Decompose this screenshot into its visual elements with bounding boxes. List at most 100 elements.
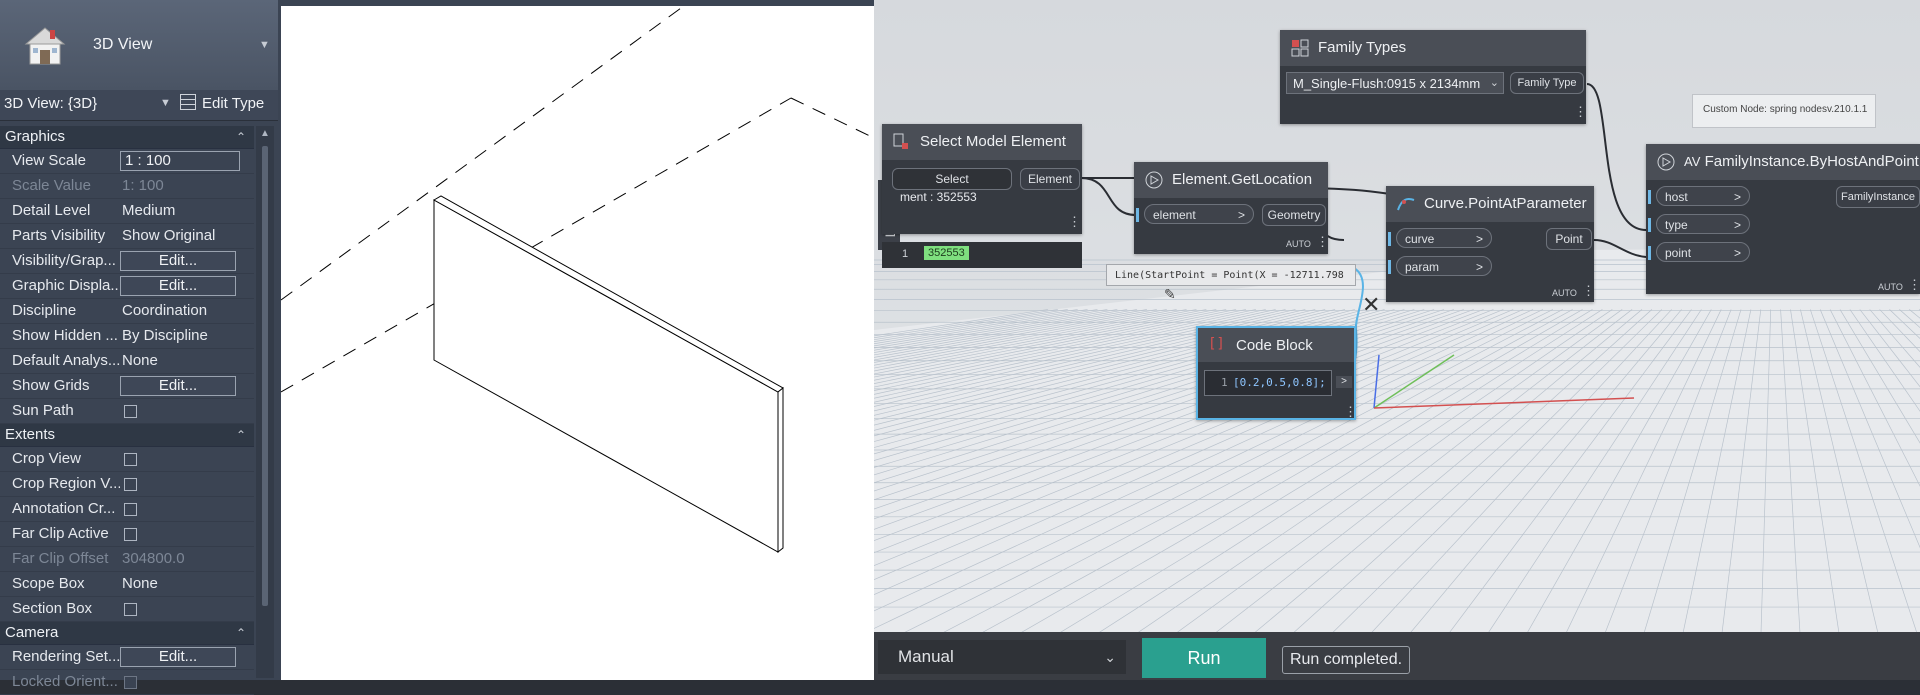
property-row: Sun Path bbox=[0, 399, 254, 424]
family-instance-icon bbox=[1656, 152, 1676, 172]
code-text: [0.2,0.5,0.8]; bbox=[1233, 371, 1326, 395]
property-label: Graphic Displa... bbox=[12, 277, 120, 294]
property-value: Show Original bbox=[122, 227, 215, 244]
output-port-point[interactable]: Point bbox=[1546, 228, 1592, 250]
chevron-down-icon[interactable]: ▼ bbox=[160, 97, 171, 109]
node-menu-icon[interactable]: ⋮ bbox=[1316, 234, 1329, 250]
chevron-down-icon[interactable]: ▼ bbox=[259, 39, 270, 51]
port-label: param bbox=[1405, 260, 1439, 274]
section-header-extents[interactable]: Extents ⌃ bbox=[0, 424, 254, 447]
input-port-type[interactable]: type> bbox=[1656, 214, 1750, 234]
property-value: 304800.0 bbox=[122, 550, 185, 567]
chevron-right-icon: > bbox=[1734, 243, 1741, 263]
property-label: Crop Region V... bbox=[12, 475, 120, 492]
property-row: Graphic Displa...Edit... bbox=[0, 274, 254, 299]
property-value: None bbox=[122, 352, 158, 369]
property-label: Rendering Set... bbox=[12, 648, 120, 665]
property-checkbox[interactable] bbox=[124, 405, 137, 418]
code-editor[interactable]: 1 [0.2,0.5,0.8]; bbox=[1204, 370, 1332, 396]
output-port-geometry[interactable]: Geometry bbox=[1262, 204, 1326, 226]
output-port-arrow[interactable]: > bbox=[1336, 376, 1352, 388]
port-label: point bbox=[1665, 246, 1691, 260]
property-row: Scope BoxNone bbox=[0, 572, 254, 597]
family-type-dropdown[interactable]: M_Single-Flush:0915 x 2134mm ⌄ bbox=[1286, 72, 1504, 94]
collapse-icon[interactable]: ⌃ bbox=[236, 424, 246, 446]
property-row: Scale Value1: 100 bbox=[0, 174, 254, 199]
scroll-up-icon[interactable]: ▲ bbox=[260, 128, 270, 139]
collapse-icon[interactable]: ⌃ bbox=[236, 126, 246, 148]
dynamo-workspace[interactable]: ➔ Library Select Model Element Select El… bbox=[874, 0, 1920, 680]
node-curve-pointatparameter[interactable]: Curve.PointAtParameter curve> param > Poi… bbox=[1386, 186, 1594, 302]
input-port-param[interactable]: param > bbox=[1396, 256, 1492, 276]
edit-type-button[interactable]: Edit Type bbox=[180, 94, 276, 116]
node-title: Element.GetLocation bbox=[1172, 171, 1312, 188]
selection-info: ment : 352553 bbox=[900, 190, 977, 204]
chevron-down-icon: ⌄ bbox=[1104, 640, 1116, 674]
port-label: element bbox=[1153, 208, 1196, 222]
select-button[interactable]: Select bbox=[892, 168, 1012, 190]
section-title: Extents bbox=[5, 426, 55, 443]
edit-button[interactable]: Edit... bbox=[120, 376, 236, 396]
section-header-graphics[interactable]: Graphics⌃ bbox=[0, 126, 254, 149]
node-title: Curve.PointAtParameter bbox=[1424, 195, 1587, 212]
chevron-right-icon: > bbox=[1476, 257, 1483, 277]
input-port-point[interactable]: point > bbox=[1656, 242, 1750, 262]
node-preview-bubble[interactable]: 1 352553 bbox=[882, 242, 1082, 268]
property-value: Medium bbox=[122, 202, 175, 219]
property-checkbox[interactable] bbox=[124, 603, 137, 616]
custom-node-note: Custom Node: spring nodesv.210.1.1 bbox=[1692, 94, 1876, 128]
node-family-types[interactable]: Family Types M_Single-Flush:0915 x 2134m… bbox=[1280, 30, 1586, 124]
chevron-right-icon: > bbox=[1734, 215, 1741, 235]
property-checkbox[interactable] bbox=[124, 528, 137, 541]
lacing-label: AUTO bbox=[1878, 282, 1903, 292]
revit-3d-view[interactable] bbox=[278, 0, 874, 680]
property-input[interactable]: 1 : 100 bbox=[120, 151, 240, 171]
output-port-family-type[interactable]: Family Type bbox=[1510, 72, 1584, 94]
output-port-familyinstance[interactable]: FamilyInstance bbox=[1836, 186, 1920, 208]
node-menu-icon[interactable]: ⋮ bbox=[1582, 283, 1595, 299]
run-button[interactable]: Run bbox=[1142, 638, 1266, 678]
property-checkbox[interactable] bbox=[124, 478, 137, 491]
scrollbar-thumb[interactable] bbox=[262, 146, 268, 606]
node-element-getlocation[interactable]: Element.GetLocation element> Geometry AU… bbox=[1134, 162, 1328, 254]
property-label: Parts Visibility bbox=[12, 227, 120, 244]
node-familyinstance-byhostandpoint[interactable]: AV FamilyInstance.ByHostAndPoint host> t… bbox=[1646, 144, 1920, 294]
property-row: View Scale1 : 100 bbox=[0, 149, 254, 174]
property-row: Parts VisibilityShow Original bbox=[0, 224, 254, 249]
property-row: Far Clip Offset304800.0 bbox=[0, 547, 254, 572]
property-label: Show Grids bbox=[12, 377, 120, 394]
node-code-block[interactable]: [] Code Block 1 [0.2,0.5,0.8]; > ⋮ bbox=[1196, 326, 1356, 420]
instance-selector[interactable]: 3D View: {3D} bbox=[4, 95, 174, 115]
input-port-element[interactable]: element> bbox=[1144, 204, 1254, 224]
properties-scrollbar[interactable]: ▲ bbox=[256, 126, 274, 678]
lacing-label: AUTO bbox=[1286, 239, 1311, 249]
type-selector[interactable]: 3D View ▼ bbox=[0, 0, 278, 91]
edit-button[interactable]: Edit... bbox=[120, 276, 236, 296]
property-checkbox[interactable] bbox=[124, 453, 137, 466]
run-bar: Manual ⌄ Run Run completed. bbox=[874, 632, 1920, 680]
node-menu-icon[interactable]: ⋮ bbox=[1344, 404, 1357, 420]
node-title: Select Model Element bbox=[920, 133, 1066, 150]
section-header-camera[interactable]: Camera⌃ bbox=[0, 622, 254, 645]
property-row: Visibility/Grap...Edit... bbox=[0, 249, 254, 274]
property-label: Section Box bbox=[12, 600, 120, 617]
type-selector-label: 3D View bbox=[93, 36, 152, 54]
node-menu-icon[interactable]: ⋮ bbox=[1574, 104, 1587, 120]
collapse-icon[interactable]: ⌃ bbox=[236, 622, 246, 644]
node-select-model-element[interactable]: Select Model Element Select Element ment… bbox=[882, 124, 1082, 234]
input-port-curve[interactable]: curve> bbox=[1396, 228, 1492, 248]
input-port-host[interactable]: host> bbox=[1656, 186, 1750, 206]
property-label: Far Clip Offset bbox=[12, 550, 120, 567]
node-menu-icon[interactable]: ⋮ bbox=[1068, 214, 1081, 230]
property-value: None bbox=[122, 575, 158, 592]
property-checkbox[interactable] bbox=[124, 503, 137, 516]
edit-button[interactable]: Edit... bbox=[120, 251, 236, 271]
disconnect-wire-icon[interactable]: ✕ bbox=[1362, 292, 1380, 318]
edit-button[interactable]: Edit... bbox=[120, 647, 236, 667]
family-type-selected: M_Single-Flush:0915 x 2134mm bbox=[1293, 76, 1480, 91]
output-port-element[interactable]: Element bbox=[1020, 168, 1080, 190]
run-mode-select[interactable]: Manual ⌄ bbox=[878, 640, 1126, 674]
3d-wall-model[interactable] bbox=[281, 0, 874, 680]
node-menu-icon[interactable]: ⋮ bbox=[1908, 277, 1920, 293]
chevron-right-icon: > bbox=[1476, 229, 1483, 249]
